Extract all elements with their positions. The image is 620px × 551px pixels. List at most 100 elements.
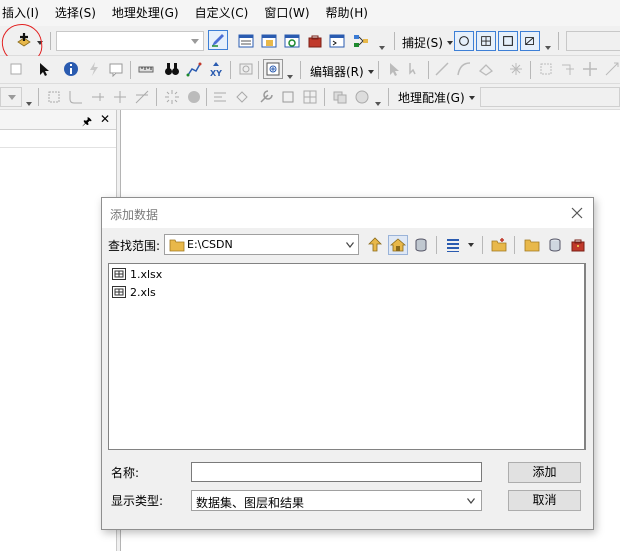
replace-geometry-button[interactable] — [232, 87, 252, 107]
smooth-button[interactable] — [352, 87, 372, 107]
up-one-level-button[interactable] — [365, 235, 385, 255]
new-folder-button[interactable] — [522, 235, 542, 255]
toolbar-combo[interactable] — [566, 31, 620, 51]
edit-tool-button[interactable] — [384, 59, 404, 79]
panel-toolbar — [0, 130, 116, 148]
edge-snap-icon — [525, 37, 534, 45]
end-point-arc-button[interactable] — [454, 59, 474, 79]
construction-tool-button[interactable] — [476, 59, 496, 79]
go-to-xy-button[interactable]: XY — [206, 59, 226, 79]
close-icon[interactable]: ✕ — [100, 112, 110, 126]
menu-windows[interactable]: 窗口(W) — [256, 2, 317, 24]
toolbar-overflow-grip[interactable] — [378, 36, 386, 50]
lightning-icon — [90, 62, 98, 76]
time-slider-button[interactable] — [236, 59, 256, 79]
edge-snapping-toggle[interactable] — [520, 31, 540, 51]
identify-button[interactable] — [61, 59, 81, 79]
view-options-button[interactable] — [443, 235, 463, 255]
show-of-type-select[interactable]: 数据集、图层和结果 — [191, 490, 482, 511]
generalize-button[interactable] — [184, 87, 204, 107]
menu-selection[interactable]: 选择(S) — [47, 2, 104, 24]
line-intersection-button[interactable] — [132, 87, 152, 107]
reshape-tool-button[interactable] — [558, 59, 578, 79]
snapping-menu[interactable]: 捕捉(S) — [402, 34, 453, 51]
georeferencing-layer-combo[interactable] — [480, 87, 620, 107]
menu-insert[interactable]: 插入(I) — [0, 2, 47, 24]
map-scale-combo[interactable] — [56, 31, 204, 51]
copy-features-button[interactable] — [44, 87, 64, 107]
editor-toolbar-button[interactable] — [208, 30, 228, 50]
point-tool-button[interactable] — [506, 59, 526, 79]
edit-vertices-button[interactable] — [536, 59, 556, 79]
binoculars-icon — [165, 63, 179, 75]
table-of-contents-button[interactable] — [236, 31, 256, 51]
extend-button[interactable] — [88, 87, 108, 107]
vertex-snapping-toggle[interactable] — [498, 31, 518, 51]
editor-menu[interactable]: 编辑器(R) — [310, 63, 374, 80]
find-route-button[interactable] — [184, 59, 204, 79]
python-window-button[interactable] — [327, 31, 347, 51]
edit-annotation-button[interactable] — [405, 59, 425, 79]
rectangle-button[interactable] — [278, 87, 298, 107]
construct-features-button[interactable] — [330, 87, 350, 107]
list-item[interactable]: 2.xls — [112, 284, 156, 300]
catalog-window-button[interactable] — [259, 31, 279, 51]
cleanup-button[interactable] — [256, 87, 276, 107]
split-polygons-button[interactable] — [300, 87, 320, 107]
list-item[interactable]: 1.xlsx — [112, 266, 162, 282]
tool-button[interactable] — [6, 59, 26, 79]
arctoolbox-button[interactable] — [305, 31, 325, 51]
catalog-button[interactable] — [545, 235, 565, 255]
chevron-down-icon — [468, 95, 475, 100]
find-button[interactable] — [162, 59, 182, 79]
menu-geoprocessing[interactable]: 地理处理(G) — [104, 2, 187, 24]
create-viewer-button[interactable] — [263, 59, 283, 79]
standard-toolbar: 捕捉(S) — [0, 26, 620, 56]
select-elements-button[interactable] — [34, 59, 54, 79]
toolbar-separator — [378, 61, 379, 79]
search-window-button[interactable] — [282, 31, 302, 51]
explode-button[interactable] — [162, 87, 182, 107]
toolbar-separator — [130, 61, 131, 79]
dialog-close-button[interactable] — [567, 203, 587, 223]
toolbox-button[interactable] — [568, 235, 588, 255]
look-in-combo[interactable]: E:\CSDN — [164, 234, 359, 255]
add-button[interactable]: 添加 — [508, 462, 581, 483]
toolbar-overflow-grip[interactable] — [286, 65, 294, 79]
menu-customize[interactable]: 自定义(C) — [187, 2, 257, 24]
point-snapping-toggle[interactable] — [454, 31, 474, 51]
file-list[interactable]: 1.xlsx 2.xls — [108, 263, 586, 450]
toolbar-overflow-grip[interactable] — [544, 36, 552, 50]
edit-arrow-icon — [390, 63, 399, 76]
toolbar-overflow-grip[interactable] — [25, 92, 33, 106]
straight-segment-button[interactable] — [432, 59, 452, 79]
fillet-button[interactable] — [66, 87, 86, 107]
model-builder-button[interactable] — [351, 31, 371, 51]
menu-help[interactable]: 帮助(H) — [318, 2, 376, 24]
end-snapping-toggle[interactable] — [476, 31, 496, 51]
excel-file-icon — [112, 268, 126, 280]
toolbar-overflow-grip[interactable] — [374, 92, 382, 106]
name-field[interactable] — [191, 462, 482, 482]
home-folder-button[interactable] — [388, 235, 408, 255]
align-to-shape-button[interactable] — [210, 87, 230, 107]
table-of-contents-panel: 🖈 ✕ — [0, 110, 117, 551]
connect-to-folder-button[interactable] — [489, 235, 509, 255]
trim-button[interactable] — [110, 87, 130, 107]
edit-vertices-icon — [540, 63, 552, 75]
up-one-level-icon — [368, 237, 382, 252]
trace-icon — [478, 64, 494, 76]
edit-annotation-icon — [409, 63, 416, 75]
view-options-dropdown-arrow[interactable] — [468, 243, 474, 247]
measure-button[interactable] — [136, 59, 156, 79]
split-tool-button[interactable] — [602, 59, 620, 79]
geodatabase-button[interactable] — [411, 235, 431, 255]
cut-polygons-button[interactable] — [580, 59, 600, 79]
georeferencing-menu[interactable]: 地理配准(G) — [398, 89, 475, 106]
cancel-button[interactable]: 取消 — [508, 490, 581, 511]
layer-combo[interactable] — [0, 87, 22, 107]
html-popup-button[interactable] — [106, 59, 126, 79]
new-folder-icon — [524, 239, 540, 252]
pin-icon[interactable]: 🖈 — [82, 113, 92, 132]
hyperlink-button[interactable] — [84, 59, 104, 79]
